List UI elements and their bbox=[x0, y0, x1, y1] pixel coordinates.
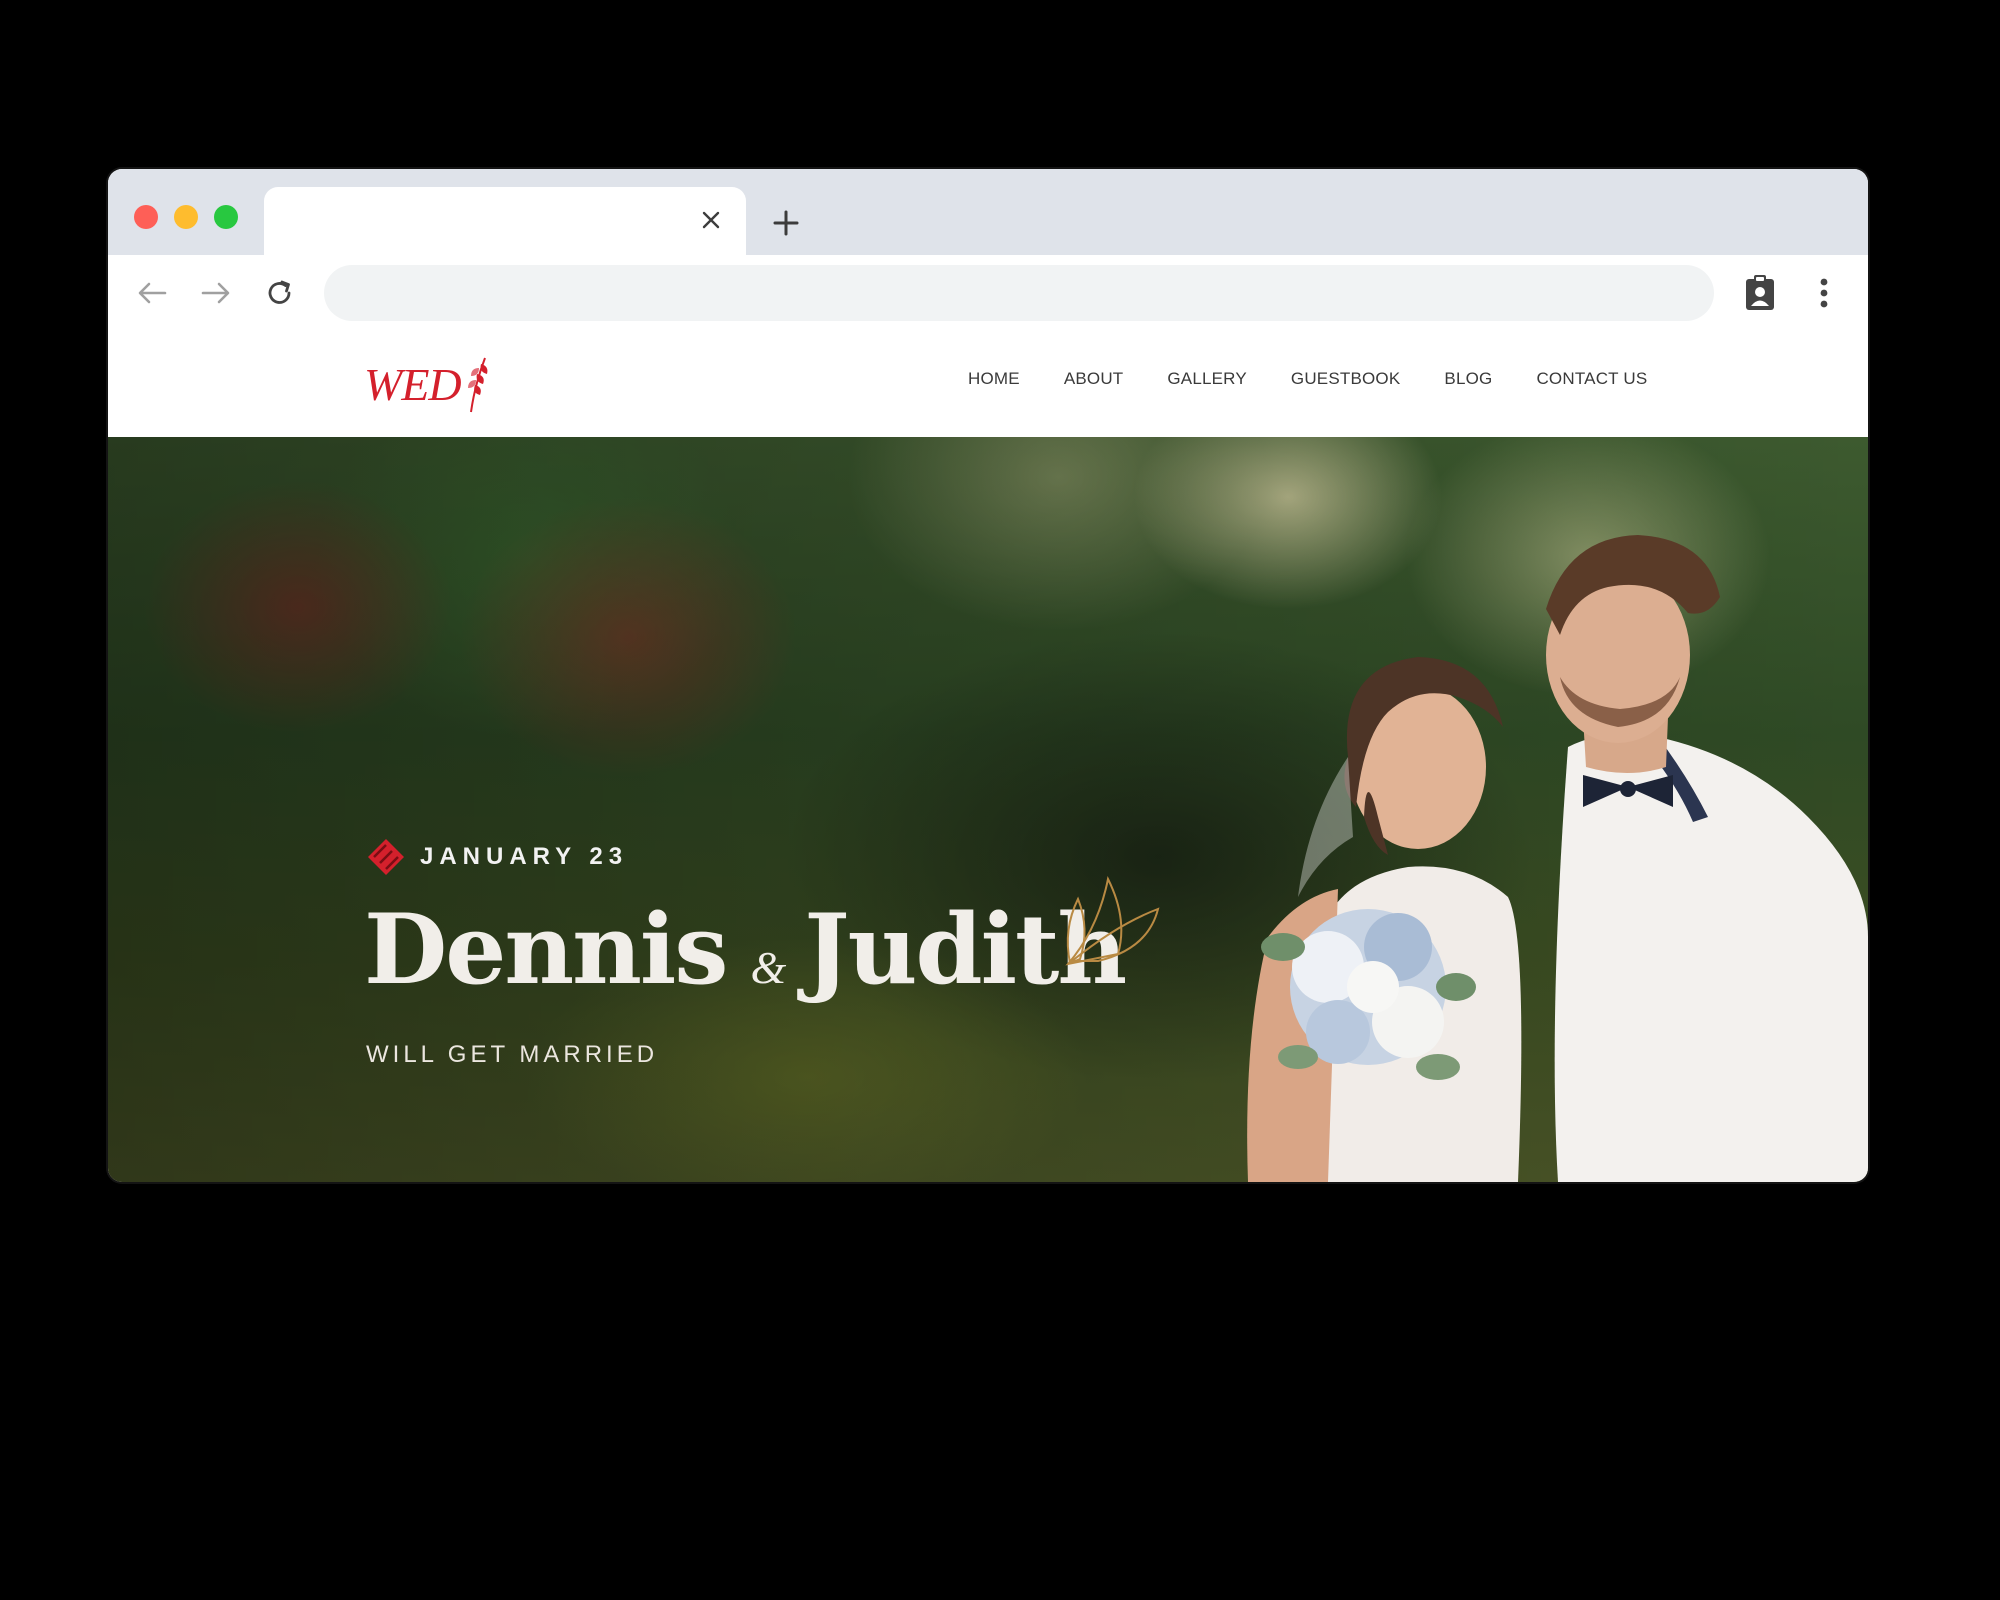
site-logo[interactable]: WED bbox=[364, 351, 491, 417]
browser-tab[interactable] bbox=[264, 187, 746, 255]
nav-about[interactable]: ABOUT bbox=[1064, 369, 1124, 399]
site-header: WED HOME ABOUT GALLERY GUESTBOOK BLOG CO… bbox=[108, 331, 1868, 437]
gold-leaf-icon bbox=[1065, 875, 1160, 966]
address-bar[interactable] bbox=[324, 265, 1714, 321]
hero-section: JANUARY 23 Dennis & Judith WILL GET MARR… bbox=[108, 437, 1868, 1182]
nav-home[interactable]: HOME bbox=[968, 369, 1020, 399]
reload-icon[interactable] bbox=[260, 273, 300, 313]
main-nav: HOME ABOUT GALLERY GUESTBOOK BLOG CONTAC… bbox=[968, 369, 1691, 399]
wheat-leaf-icon bbox=[467, 357, 488, 413]
ampersand: & bbox=[750, 942, 787, 993]
nav-contact-us[interactable]: CONTACT US bbox=[1536, 369, 1647, 399]
kebab-menu-icon[interactable] bbox=[1804, 273, 1844, 313]
close-icon[interactable] bbox=[694, 203, 728, 237]
couple-photo bbox=[1247, 535, 1868, 1182]
maximize-window-button[interactable] bbox=[214, 205, 238, 229]
forward-arrow-icon[interactable] bbox=[196, 273, 236, 313]
clipboard-account-icon[interactable] bbox=[1740, 273, 1780, 313]
nav-guestbook[interactable]: GUESTBOOK bbox=[1291, 369, 1401, 399]
first-name: Dennis bbox=[364, 893, 728, 1006]
browser-toolbar bbox=[108, 255, 1868, 332]
logo-text: WED bbox=[364, 358, 462, 410]
date-text: JANUARY 23 bbox=[420, 843, 629, 870]
couple-names: Dennis & Judith bbox=[364, 893, 1127, 1006]
nav-gallery[interactable]: GALLERY bbox=[1167, 369, 1247, 399]
close-window-button[interactable] bbox=[134, 205, 158, 229]
browser-window: WED HOME ABOUT GALLERY GUESTBOOK BLOG CO… bbox=[108, 169, 1868, 1182]
wedding-date: JANUARY 23 bbox=[366, 837, 628, 877]
leaf-ornament-icon bbox=[368, 839, 404, 875]
minimize-window-button[interactable] bbox=[174, 205, 198, 229]
tab-strip bbox=[108, 169, 1868, 255]
plus-icon[interactable] bbox=[766, 203, 806, 243]
nav-blog[interactable]: BLOG bbox=[1444, 369, 1492, 399]
back-arrow-icon[interactable] bbox=[132, 273, 172, 313]
hero-subtitle: WILL GET MARRIED bbox=[366, 1041, 659, 1068]
